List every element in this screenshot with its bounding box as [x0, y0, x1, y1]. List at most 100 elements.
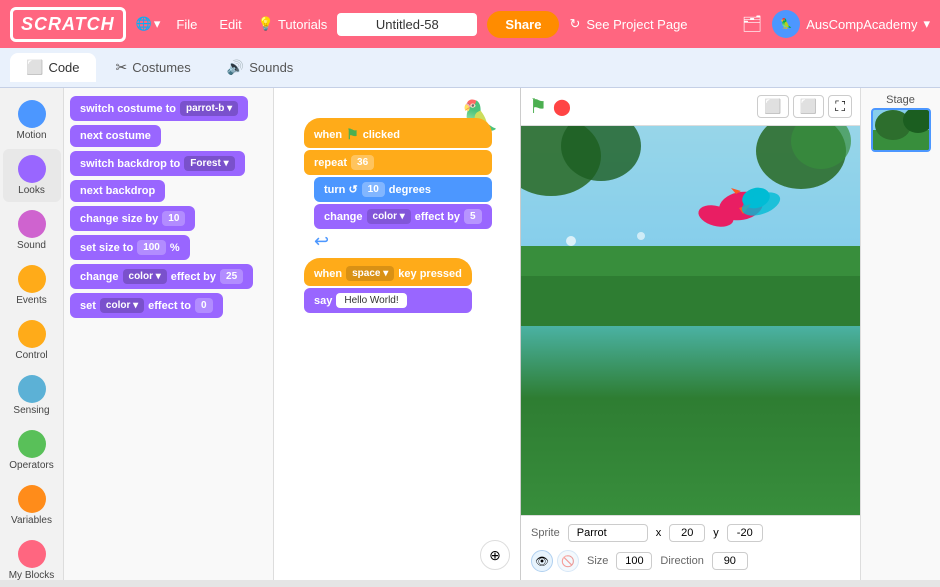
share-button[interactable]: Share [487, 11, 559, 38]
sprite-info-2: 👁 🚫 Size Direction [521, 550, 860, 580]
sprite-name-input[interactable] [568, 524, 648, 542]
set-size-block[interactable]: set size to 100 % [70, 235, 190, 260]
sidebar-item-variables[interactable]: Variables [3, 479, 61, 532]
sidebar-item-looks[interactable]: Looks [3, 149, 61, 202]
large-stage-button[interactable]: ⬜ [793, 95, 824, 118]
control-dot [18, 320, 46, 348]
backdrop-dropdown[interactable]: Forest ▾ [184, 156, 234, 171]
script-color-dropdown[interactable]: color ▾ [367, 209, 411, 224]
direction-input[interactable] [712, 552, 748, 570]
sidebar: Motion Looks Sound Events Control Sensin… [0, 88, 64, 580]
script-color-value: 5 [464, 209, 482, 224]
size-to-value: 100 [137, 240, 166, 255]
tab-sounds[interactable]: 🔊 Sounds [211, 53, 310, 82]
fullscreen-button[interactable]: ⛶ [828, 95, 852, 118]
costume-dropdown[interactable]: parrot-b ▾ [180, 101, 238, 116]
sidebar-item-sound[interactable]: Sound [3, 204, 61, 257]
set-color-effect-block[interactable]: set color ▾ effect to 0 [70, 293, 223, 318]
key-dropdown[interactable]: space ▾ [346, 266, 394, 281]
stage-thumbnail[interactable] [871, 108, 931, 152]
motion-dot [18, 100, 46, 128]
user-menu[interactable]: 🦜 AusCompAcademy ▾ [772, 10, 930, 38]
next-backdrop-block[interactable]: next backdrop [70, 180, 165, 202]
stage-container: ⚑ ⬤ ⬜ ⬜ ⛶ [520, 88, 860, 580]
tab-costumes[interactable]: ✂ Costumes [100, 53, 207, 82]
say-block[interactable]: say Hello World! [304, 288, 472, 313]
costumes-tab-label: Costumes [132, 60, 191, 75]
sidebar-item-control-label: Control [15, 350, 47, 361]
change-color-effect-block[interactable]: change color ▾ effect by 25 [70, 264, 253, 289]
sidebar-item-control[interactable]: Control [3, 314, 61, 367]
size-input[interactable] [616, 552, 652, 570]
file-menu[interactable]: File [170, 17, 203, 32]
sensing-dot [18, 375, 46, 403]
sidebar-item-sensing-label: Sensing [13, 405, 49, 416]
events-dot [18, 265, 46, 293]
sidebar-item-variables-label: Variables [11, 515, 52, 526]
tabs-bar: ⬜ Code ✂ Costumes 🔊 Sounds [0, 48, 940, 88]
sidebar-item-looks-label: Looks [18, 185, 45, 196]
script-group-1: when ⚑ clicked repeat 36 turn ↺ 10 degre… [304, 118, 492, 252]
stage-toolbar: ⚑ ⬤ ⬜ ⬜ ⛶ [521, 88, 860, 126]
project-name-input[interactable] [337, 13, 477, 36]
main-area: Motion Looks Sound Events Control Sensin… [0, 88, 940, 580]
change-color-block[interactable]: change color ▾ effect by 5 [314, 204, 492, 229]
small-stage-button[interactable]: ⬜ [757, 95, 788, 118]
tab-code[interactable]: ⬜ Code [10, 53, 96, 82]
zoom-button[interactable]: ⊕ [480, 540, 510, 570]
y-label: y [713, 527, 719, 539]
repeat-value: 36 [351, 155, 374, 170]
stage-canvas [521, 126, 860, 515]
sidebar-item-myblocks[interactable]: My Blocks [3, 534, 61, 587]
sidebar-item-sensing[interactable]: Sensing [3, 369, 61, 422]
stop-button[interactable]: ⬤ [553, 97, 571, 117]
scratch-logo: SCRATCH [10, 7, 126, 42]
tutorials-menu[interactable]: 💡 Tutorials [258, 16, 328, 32]
green-flag-button[interactable]: ⚑ [529, 94, 547, 119]
myblocks-dot [18, 540, 46, 568]
edit-menu[interactable]: Edit [213, 17, 247, 32]
when-flag-clicked-block[interactable]: when ⚑ clicked [304, 118, 492, 148]
sounds-tab-label: Sounds [249, 60, 293, 75]
sidebar-item-events-label: Events [16, 295, 47, 306]
sidebar-item-events[interactable]: Events [3, 259, 61, 312]
switch-costume-block[interactable]: switch costume to parrot-b ▾ [70, 96, 248, 121]
see-project-button[interactable]: ↻ See Project Page [569, 16, 687, 32]
sidebar-item-operators-label: Operators [9, 460, 53, 471]
repeat-block[interactable]: repeat 36 [304, 150, 492, 175]
flag-icon: ⚑ [346, 126, 359, 143]
when-key-pressed-block[interactable]: when space ▾ key pressed [304, 258, 472, 286]
variables-dot [18, 485, 46, 513]
stage-panel-label: Stage [861, 88, 940, 108]
code-tab-label: Code [48, 60, 79, 75]
costumes-tab-icon: ✂ [116, 59, 128, 76]
sidebar-item-operators[interactable]: Operators [3, 424, 61, 477]
code-tab-icon: ⬜ [26, 59, 43, 76]
color-effect-dropdown[interactable]: color ▾ [123, 269, 167, 284]
folder-icon[interactable]: 🗂 [742, 14, 762, 34]
next-costume-block[interactable]: next costume [70, 125, 161, 147]
scripts-area[interactable]: 🦜 when ⚑ clicked repeat 36 turn ↺ 10 deg… [274, 88, 520, 580]
y-input[interactable] [727, 524, 763, 542]
x-label: x [656, 527, 662, 539]
set-color-dropdown[interactable]: color ▾ [100, 298, 144, 313]
sprite-visibility-icons: 👁 🚫 [531, 550, 579, 572]
switch-backdrop-block[interactable]: switch backdrop to Forest ▾ [70, 151, 245, 176]
globe-button[interactable]: 🌐 ▾ [136, 16, 161, 32]
say-value: Hello World! [336, 293, 406, 308]
sidebar-item-motion-label: Motion [16, 130, 46, 141]
x-input[interactable] [669, 524, 705, 542]
sprite-label: Sprite [531, 527, 560, 539]
blocks-panel: switch costume to parrot-b ▾ next costum… [64, 88, 274, 580]
direction-label: Direction [660, 555, 703, 567]
sidebar-item-motion[interactable]: Motion [3, 94, 61, 147]
sounds-tab-icon: 🔊 [227, 59, 244, 76]
turn-block[interactable]: turn ↺ 10 degrees [314, 177, 492, 202]
set-color-value: 0 [195, 298, 213, 313]
sound-dot [18, 210, 46, 238]
hide-sprite-button[interactable]: 🚫 [557, 550, 579, 572]
change-size-block[interactable]: change size by 10 [70, 206, 195, 231]
size-label: Size [587, 555, 608, 567]
size-by-value: 10 [162, 211, 185, 226]
show-sprite-button[interactable]: 👁 [531, 550, 553, 572]
